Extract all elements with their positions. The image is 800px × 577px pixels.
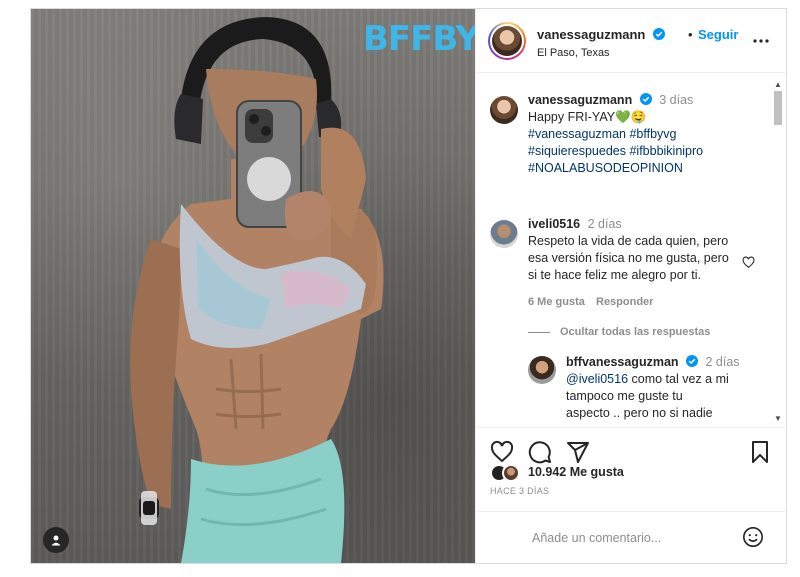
heart-icon[interactable] [490,440,514,464]
post-dialog: BFFBYvg vanessaguzmann • Seguir El Paso,… [30,8,787,564]
reply-text-line-2: tampoco me guste tu [566,389,683,403]
verified-badge-icon [653,28,665,40]
verified-badge-icon [639,93,652,105]
scroll-down-arrow[interactable]: ▼ [774,415,782,423]
comment-like-count[interactable]: 6 Me gusta [528,296,585,308]
hashtags-line-2[interactable]: #siquierespuedes #ifbbbikinipro [528,144,703,158]
reply-comment: bffvanessaguzman 2 días @iveli0516 como … [566,354,740,422]
post-timestamp[interactable]: HACE 3 DÍAS [490,486,549,496]
reply-username[interactable]: bffvanessaguzman [566,355,679,369]
caption-text: Happy FRI-YAY💚🤤 [528,110,647,124]
scroll-thumb[interactable] [774,91,782,125]
comments-list[interactable]: vanessaguzmann 3 días Happy FRI-YAY💚🤤 #v… [476,74,787,424]
comment-text-line-3: si te hace feliz me alegro por ti. [528,268,701,282]
share-icon[interactable] [566,440,590,464]
follow-button[interactable]: Seguir [698,27,738,42]
action-bar [476,427,787,475]
comment-text-line-1: Respeto la vida de cada quien, pero [528,234,729,248]
scroll-up-arrow[interactable]: ▲ [774,81,782,89]
caption-avatar[interactable] [490,96,518,124]
hashtags-line-3[interactable]: #NOALABUSODEOPINION [528,161,683,175]
comment-icon[interactable] [528,440,552,464]
emoji-icon[interactable] [742,526,764,548]
post-photo[interactable]: BFFBYvg [31,9,475,563]
profile-avatar-ring[interactable] [488,22,526,60]
comment-like-heart-icon[interactable] [742,256,755,269]
likes-count[interactable]: 10.942 Me gusta [528,465,624,479]
comment-username[interactable]: iveli0516 [528,217,580,231]
reply-avatar[interactable] [528,356,556,384]
comment: iveli0516 2 días Respeto la vida de cada… [528,216,729,284]
caption-time: 3 días [659,93,694,107]
liker-avatar [502,464,520,482]
photo-subject [130,17,384,563]
comment-time: 2 días [587,217,622,231]
user-tag-icon[interactable] [43,527,69,553]
hashtags-line-1[interactable]: #vanessaguzman #bffbyvg [528,127,676,141]
watermark-logo: BFFBYvg [363,19,475,59]
more-options-icon[interactable] [752,33,770,49]
reply-text-line-1: como tal vez a mi [628,372,729,386]
post-header: vanessaguzmann • Seguir El Paso, Texas [476,9,787,73]
reply-mention[interactable]: @iveli0516 [566,372,628,386]
comment-text-line-2: esa versión física no me gusta, pero [528,251,729,265]
reply-text-line-3: aspecto .. pero no si nadie [566,406,713,420]
hide-replies-divider [528,331,550,333]
reply-button[interactable]: Responder [596,296,653,308]
header-separator: • [688,27,693,42]
comments-scrollbar[interactable]: ▲ ▼ [772,79,784,427]
comment-input[interactable] [532,528,732,548]
caption-username[interactable]: vanessaguzmann [528,93,632,107]
author-username[interactable]: vanessaguzmann [537,27,665,42]
bookmark-icon[interactable] [748,440,772,464]
avatar [492,26,522,56]
comment-avatar[interactable] [490,220,518,248]
reply-time: 2 días [705,355,740,369]
post-location[interactable]: El Paso, Texas [537,47,610,59]
hide-replies-button[interactable]: Ocultar todas las respuestas [528,326,710,338]
caption: vanessaguzmann 3 días Happy FRI-YAY💚🤤 #v… [528,92,703,177]
add-comment-bar [476,511,787,563]
verified-badge-icon [686,355,699,367]
post-sidebar: vanessaguzmann • Seguir El Paso, Texas v… [475,9,787,563]
